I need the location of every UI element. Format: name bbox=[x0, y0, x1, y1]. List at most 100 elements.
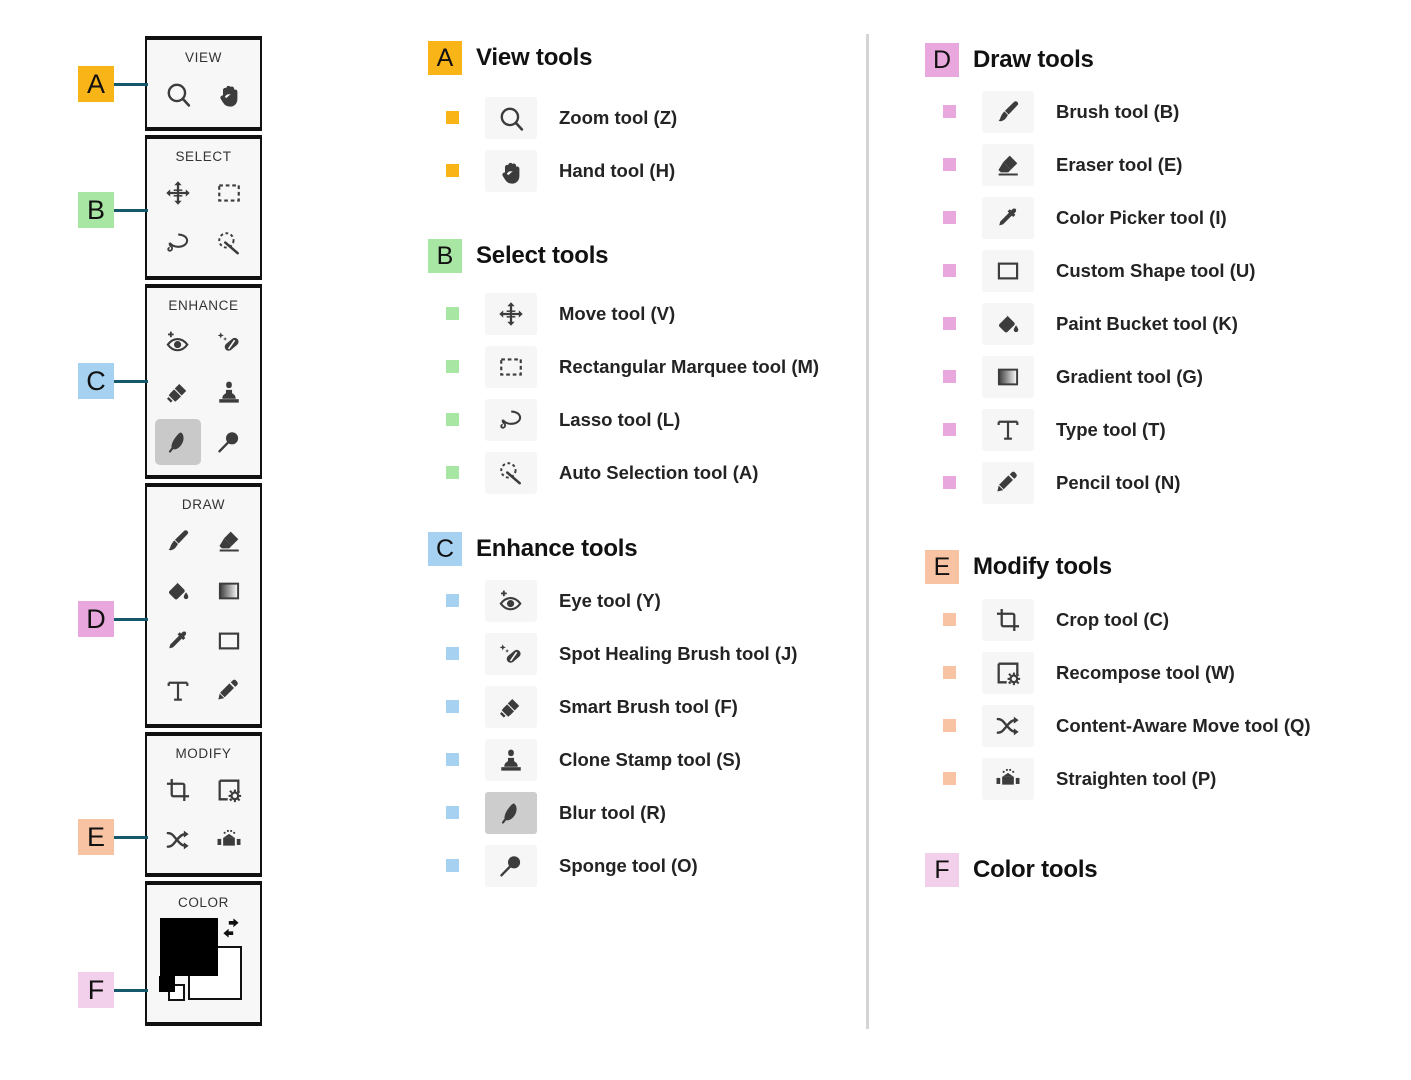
toolbar-type-tool[interactable] bbox=[155, 668, 201, 714]
toolbar-eraser-tool[interactable] bbox=[206, 518, 252, 564]
toolbar-content-aware-move-tool[interactable] bbox=[155, 817, 201, 863]
legend-item-pencil-tool[interactable]: Pencil tool (N) bbox=[925, 456, 1395, 509]
legend-item-rectangular-marquee-tool[interactable]: Rectangular Marquee tool (M) bbox=[428, 340, 858, 393]
gradient-tool-icon[interactable] bbox=[982, 355, 1034, 398]
zoom-tool-icon[interactable] bbox=[485, 96, 537, 139]
eraser-tool-icon[interactable] bbox=[982, 143, 1034, 186]
legend-bullet bbox=[943, 158, 956, 171]
legend-item-zoom-tool[interactable]: Zoom tool (Z) bbox=[428, 91, 858, 144]
legend-item-eye-tool[interactable]: Eye tool (Y) bbox=[428, 574, 858, 627]
legend-bullet bbox=[943, 211, 956, 224]
crop-tool-icon[interactable] bbox=[982, 598, 1034, 641]
toolbar-gradient-tool[interactable] bbox=[206, 568, 252, 614]
legend-item-clone-stamp-tool[interactable]: Clone Stamp tool (S) bbox=[428, 733, 858, 786]
foreground-color-swatch[interactable] bbox=[159, 918, 218, 976]
smart-brush-tool-icon[interactable] bbox=[485, 685, 537, 728]
legend-item-smart-brush-tool[interactable]: Smart Brush tool (F) bbox=[428, 680, 858, 733]
toolbar-straighten-tool[interactable] bbox=[206, 817, 252, 863]
legend-item-crop-tool[interactable]: Crop tool (C) bbox=[925, 593, 1395, 646]
legend-item-label: Eye tool (Y) bbox=[559, 589, 661, 611]
legend-item-label: Eraser tool (E) bbox=[1056, 153, 1183, 175]
callout-a: A bbox=[78, 66, 148, 102]
toolbar-panel-select[interactable]: SELECT bbox=[145, 135, 262, 280]
toolbar-color-picker-tool[interactable] bbox=[155, 618, 201, 664]
legend-item-content-aware-move-tool[interactable]: Content-Aware Move tool (Q) bbox=[925, 699, 1395, 752]
legend-item-lasso-tool[interactable]: Lasso tool (L) bbox=[428, 393, 858, 446]
toolbar-move-tool[interactable] bbox=[155, 170, 201, 216]
legend-bullet bbox=[943, 476, 956, 489]
legend-item-gradient-tool[interactable]: Gradient tool (G) bbox=[925, 350, 1395, 403]
toolbar-lasso-tool[interactable] bbox=[155, 220, 201, 266]
toolbar-paint-bucket-tool[interactable] bbox=[155, 568, 201, 614]
legend-bullet bbox=[446, 753, 459, 766]
legend-item-blur-tool[interactable]: Blur tool (R) bbox=[428, 786, 858, 839]
toolbar-crop-tool[interactable] bbox=[155, 767, 201, 813]
toolbar-custom-shape-tool[interactable] bbox=[206, 618, 252, 664]
legend-item-brush-tool[interactable]: Brush tool (B) bbox=[925, 85, 1395, 138]
toolbar-recompose-tool[interactable] bbox=[206, 767, 252, 813]
callout-e-leader bbox=[114, 835, 148, 839]
straighten-tool-icon[interactable] bbox=[982, 757, 1034, 800]
toolbar-panel-color[interactable]: COLOR bbox=[145, 881, 262, 1026]
legend-bullet bbox=[943, 423, 956, 436]
toolbar-panel-view[interactable]: VIEW bbox=[145, 36, 262, 131]
pencil-tool-icon[interactable] bbox=[982, 461, 1034, 504]
toolbar-clone-stamp-tool[interactable] bbox=[206, 369, 252, 415]
toolbar-auto-selection-tool[interactable] bbox=[206, 220, 252, 266]
lasso-tool-icon[interactable] bbox=[485, 398, 537, 441]
callout-b: B bbox=[78, 192, 148, 228]
type-tool-icon[interactable] bbox=[982, 408, 1034, 451]
toolbar-panel-modify[interactable]: MODIFY bbox=[145, 732, 262, 877]
legend-item-paint-bucket-tool[interactable]: Paint Bucket tool (K) bbox=[925, 297, 1395, 350]
legend-item-type-tool[interactable]: Type tool (T) bbox=[925, 403, 1395, 456]
legend-item-spot-healing-brush-tool[interactable]: Spot Healing Brush tool (J) bbox=[428, 627, 858, 680]
recompose-tool-icon[interactable] bbox=[982, 651, 1034, 694]
legend-item-label: Paint Bucket tool (K) bbox=[1056, 312, 1238, 334]
legend-item-hand-tool[interactable]: Hand tool (H) bbox=[428, 144, 858, 197]
eye-tool-icon[interactable] bbox=[485, 579, 537, 622]
legend-item-custom-shape-tool[interactable]: Custom Shape tool (U) bbox=[925, 244, 1395, 297]
paint-bucket-tool-icon[interactable] bbox=[982, 302, 1034, 345]
toolbar-pencil-tool[interactable] bbox=[206, 668, 252, 714]
sponge-tool-icon[interactable] bbox=[485, 844, 537, 887]
legend-bullet bbox=[943, 772, 956, 785]
default-colors-foreground-icon[interactable] bbox=[158, 976, 175, 992]
toolbar-zoom-tool[interactable] bbox=[155, 71, 201, 117]
legend-item-color-picker-tool[interactable]: Color Picker tool (I) bbox=[925, 191, 1395, 244]
spot-healing-brush-tool-icon[interactable] bbox=[485, 632, 537, 675]
callout-f-leader bbox=[114, 988, 148, 992]
swap-colors-icon[interactable] bbox=[220, 916, 244, 940]
color-picker-tool-icon[interactable] bbox=[982, 196, 1034, 239]
toolbar-hand-tool[interactable] bbox=[206, 71, 252, 117]
clone-stamp-tool-icon[interactable] bbox=[485, 738, 537, 781]
legend-item-auto-selection-tool[interactable]: Auto Selection tool (A) bbox=[428, 446, 858, 499]
toolbar-sponge-tool[interactable] bbox=[206, 419, 252, 465]
column-divider bbox=[866, 34, 869, 1029]
toolbar-rectangular-marquee-tool[interactable] bbox=[206, 170, 252, 216]
legend-item-sponge-tool[interactable]: Sponge tool (O) bbox=[428, 839, 858, 892]
callout-c-letter: C bbox=[78, 363, 114, 399]
legend-item-move-tool[interactable]: Move tool (V) bbox=[428, 287, 858, 340]
toolbar-eye-tool[interactable] bbox=[155, 319, 201, 365]
hand-tool-icon[interactable] bbox=[485, 149, 537, 192]
legend-item-label: Straighten tool (P) bbox=[1056, 767, 1217, 789]
auto-selection-tool-icon[interactable] bbox=[485, 451, 537, 494]
toolbar-brush-tool[interactable] bbox=[155, 518, 201, 564]
callout-d: D bbox=[78, 601, 148, 637]
content-aware-move-tool-icon[interactable] bbox=[982, 704, 1034, 747]
toolbar-spot-healing-brush-tool[interactable] bbox=[206, 319, 252, 365]
custom-shape-tool-icon[interactable] bbox=[982, 249, 1034, 292]
toolbar-panel-draw[interactable]: DRAW bbox=[145, 483, 262, 728]
toolbar-smart-brush-tool[interactable] bbox=[155, 369, 201, 415]
legend-item-recompose-tool[interactable]: Recompose tool (W) bbox=[925, 646, 1395, 699]
legend-bullet bbox=[446, 647, 459, 660]
legend-item-straighten-tool[interactable]: Straighten tool (P) bbox=[925, 752, 1395, 805]
rectangular-marquee-tool-icon[interactable] bbox=[485, 345, 537, 388]
toolbar-panel-enhance[interactable]: ENHANCE bbox=[145, 284, 262, 479]
toolbar-blur-tool[interactable] bbox=[155, 419, 202, 465]
legend-item-eraser-tool[interactable]: Eraser tool (E) bbox=[925, 138, 1395, 191]
move-tool-icon[interactable] bbox=[485, 292, 537, 335]
brush-tool-icon[interactable] bbox=[982, 90, 1034, 133]
legend-item-label: Smart Brush tool (F) bbox=[559, 695, 738, 717]
blur-tool-icon[interactable] bbox=[485, 791, 537, 834]
